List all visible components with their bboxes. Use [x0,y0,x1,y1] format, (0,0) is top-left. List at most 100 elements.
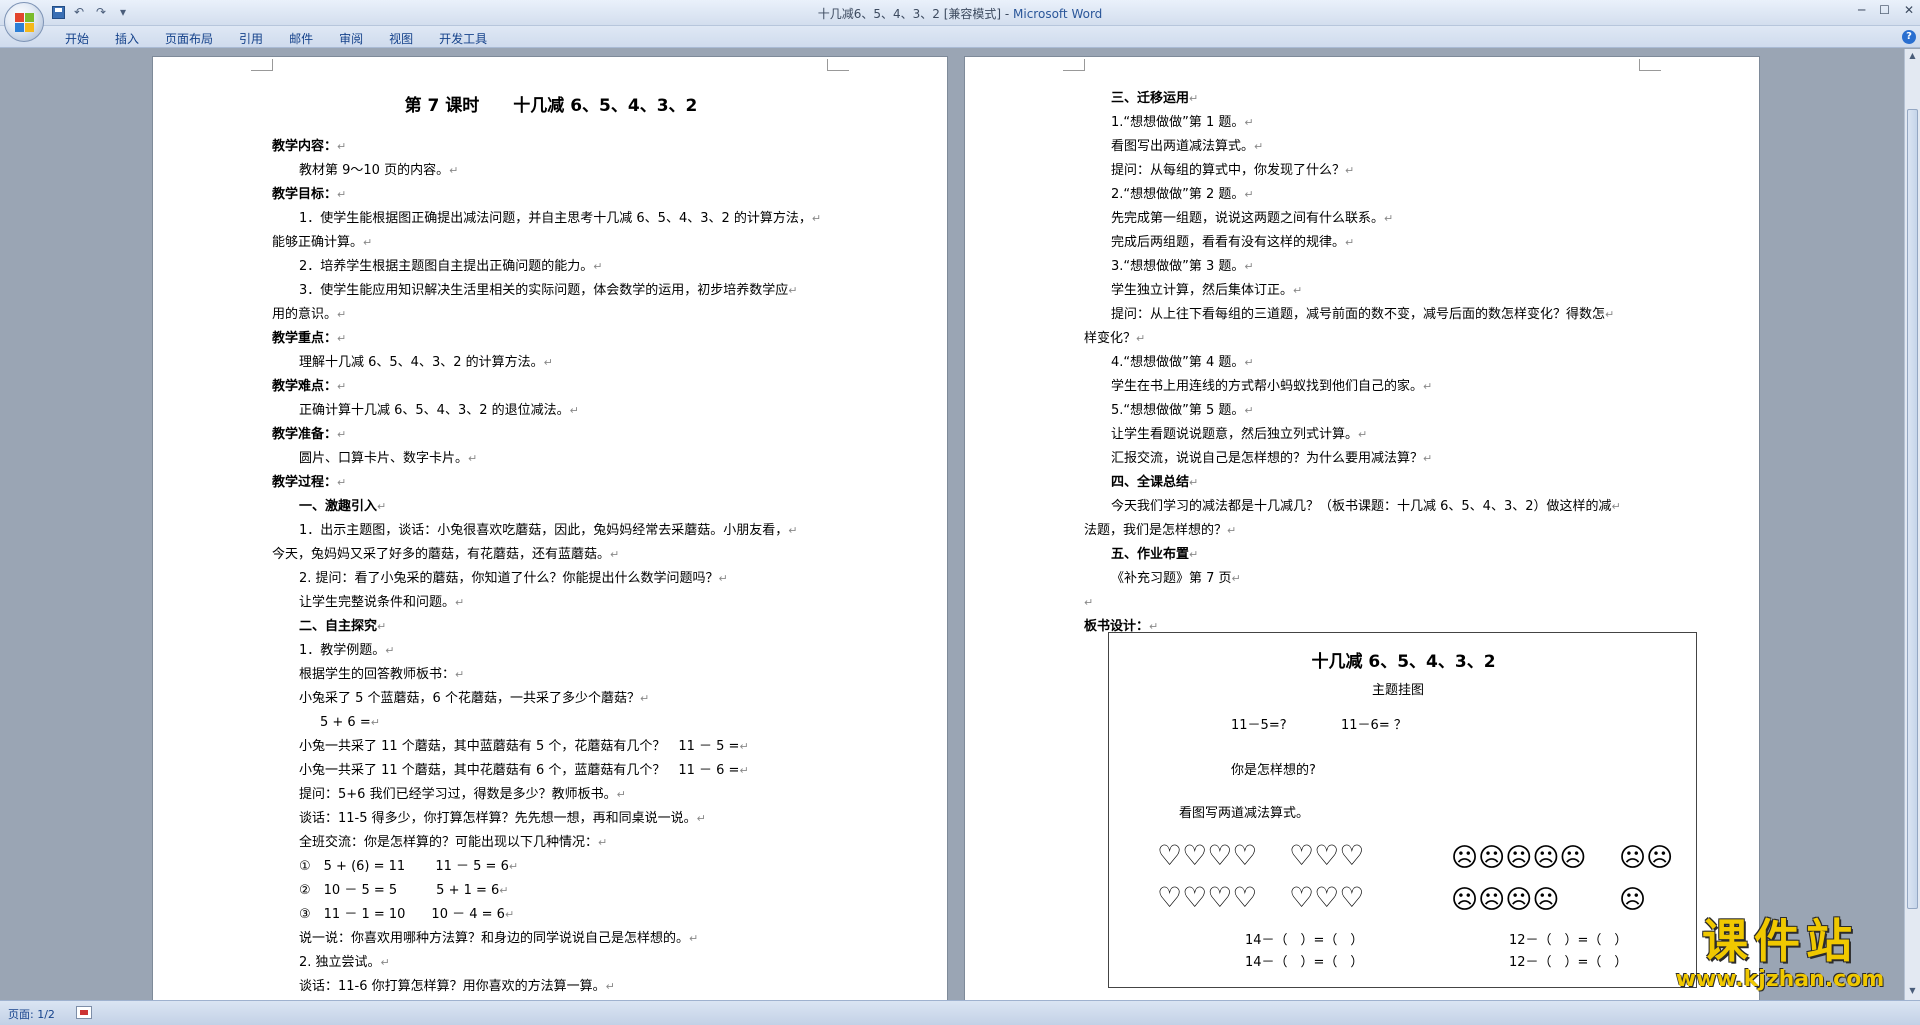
board-question: 你是怎样想的? [1231,763,1316,778]
line-text: 5 + 6 = [320,715,371,730]
paragraph-mark-icon: ↵ [569,404,579,417]
line-text: 小兔一共采了 11 个蘑菇，其中蓝蘑菇有 5 个，花蘑菇有几个？ 11 － 5 … [299,739,740,754]
watermark-url: www.kjzhan.com [1675,967,1885,992]
text-line: 3．使学生能应用知识解决生活里相关的实际问题，体会数学的运用，初步培养数学应↵ [272,279,832,303]
line-text: 说一说：你喜欢用哪种方法算？和身边的同学说说自己是怎样想的。 [299,931,690,946]
paragraph-mark-icon: ↵ [468,452,478,465]
board-design-box: 十几减 6、5、4、3、2 主题挂图 11－5=? 11－6= ？ 你是怎样想的… [1108,632,1697,988]
scroll-up-icon[interactable]: ▲ [1907,51,1918,63]
paragraph-mark-icon: ↵ [696,812,706,825]
paragraph-mark-icon: ↵ [811,212,822,225]
line-text: 二、自主探究 [299,619,378,634]
paragraph-mark-icon: ↵ [1423,452,1433,465]
paragraph-mark-icon: ↵ [385,644,395,657]
text-line: 完成后两组题，看看有没有这样的规律。↵ [1084,231,1644,255]
text-line: 2. 独立尝试。↵ [272,951,832,975]
text-line: 教学准备：↵ [272,423,832,447]
text-line: 提问：从上往下看每组的三道题，减号前面的数不变，减号后面的数怎样变化？得数怎↵ [1084,303,1644,327]
lesson-title: 第 7 课时 十几减 6、5、4、3、2 [404,96,698,116]
text-line: 2.“想想做做”第 2 题。↵ [1084,183,1644,207]
vertical-scrollbar[interactable]: ▲ ▼ [1904,49,1920,1000]
line-text: 圆片、口算卡片、数字卡片。 [299,451,469,466]
line-text: 教学准备： [272,427,338,442]
tab-6[interactable]: 视图 [376,28,426,49]
tab-3[interactable]: 引用 [226,28,276,49]
line-text: 用的意识。 [272,307,338,322]
minimize-icon[interactable]: ─ [1858,3,1865,17]
paragraph-mark-icon: ↵ [1244,116,1254,129]
tab-0[interactable]: 开始 [52,28,102,49]
paragraph-mark-icon: ↵ [543,356,553,369]
scroll-thumb[interactable] [1907,109,1918,909]
paragraph-mark-icon: ↵ [739,764,749,777]
office-button[interactable] [4,2,44,42]
help-icon[interactable]: ? [1902,30,1916,44]
line-text: ③ 11 － 1 = 10 10 － 4 = 6 [299,907,505,922]
tab-2[interactable]: 页面布局 [152,28,226,49]
text-line: 教学重点：↵ [272,327,832,351]
tab-1[interactable]: 插入 [102,28,152,49]
paragraph-mark-icon: ↵ [1189,92,1199,105]
text-line: 1．使学生能根据图正确提出减法问题，并自主思考十几减 6、5、4、3、2 的计算… [272,207,832,231]
paragraph-mark-icon: ↵ [1244,404,1254,417]
paragraph-mark-icon: ↵ [363,236,373,249]
paragraph-mark-icon: ↵ [1384,212,1394,225]
scroll-down-icon[interactable]: ▼ [1907,986,1918,998]
line-text: ① 5 + (6) = 11 11 － 5 = 6 [299,859,509,874]
paragraph-mark-icon: ↵ [598,836,608,849]
paragraph-mark-icon: ↵ [499,884,509,897]
line-text: 3.“想想做做”第 3 题。 [1111,259,1245,274]
text-line: 提问：5+6 我们已经学习过，得数是多少？教师板书。↵ [272,783,832,807]
paragraph-mark-icon: ↵ [1189,548,1199,561]
line-text: 先完成第一组题，说说这两题之间有什么联系。 [1111,211,1385,226]
paragraph-mark-icon: ↵ [337,188,347,201]
paragraph-mark-icon: ↵ [616,788,626,801]
text-line: 五、作业布置↵ [1084,543,1644,567]
line-text: 教学过程： [272,475,338,490]
line-text: 教学重点： [272,331,338,346]
line-text: 2. 独立尝试。 [299,955,381,970]
text-line: 提问：从每组的算式中，你发现了什么？↵ [1084,159,1644,183]
text-line: 一、激趣引入↵ [272,495,832,519]
crop-mark-icon [1063,59,1085,71]
line-text: 理解十几减 6、5、4、3、2 的计算方法。 [299,355,544,370]
line-text: 教材第 9～10 页的内容。 [299,163,450,178]
line-text: 谈话：11-5 得多少，你打算怎样算？先先想一想，再和同桌说一说。 [299,811,697,826]
title-bar: ↶ ↷ ▾ 十几减6、5、4、3、2 [兼容模式] - Microsoft Wo… [0,0,1920,26]
tab-5[interactable]: 审阅 [326,28,376,49]
line-text: 1．出示主题图，谈话：小兔很喜欢吃蘑菇，因此，兔妈妈经常去采蘑菇。小朋友看， [299,523,789,538]
paragraph-mark-icon: ↵ [1244,260,1254,273]
page-2-body: 三、迁移运用↵ 1.“想想做做”第 1 题。↵ 看图写出两道减法算式。↵ 提问：从每组… [1084,87,1644,639]
page-1[interactable]: 第 7 课时 十几减 6、5、4、3、2 教学内容：↵ 教材第 9～10 页的内容… [152,56,948,1000]
sad-faces-group: ☹☹ [1619,843,1674,873]
paragraph-mark-icon: ↵ [504,908,515,921]
paragraph-mark-icon: ↵ [337,308,347,321]
crop-mark-icon [1639,59,1661,71]
page-2[interactable]: 三、迁移运用↵ 1.“想想做做”第 1 题。↵ 看图写出两道减法算式。↵ 提问：从每组… [964,56,1760,1000]
page-indicator[interactable]: 页面: 1/2 [8,1006,55,1022]
line-text: 提问：从上往下看每组的三道题，减号前面的数不变，减号后面的数怎样变化？得数怎 [1111,307,1606,322]
text-line: 全班交流：你是怎样算的？可能出现以下几种情况：↵ [272,831,832,855]
text-line: ② 10 － 5 = 5 5 + 1 = 6↵ [272,879,832,903]
paragraph-mark-icon: ↵ [718,572,728,585]
line-text: 小兔一共采了 11 个蘑菇，其中花蘑菇有 6 个，蓝蘑菇有几个？ 11 － 6 … [299,763,740,778]
line-text: 5.“想想做做”第 5 题。 [1111,403,1245,418]
paragraph-mark-icon: ↵ [1345,164,1355,177]
line-text: 提问：5+6 我们已经学习过，得数是多少？教师板书。 [299,787,617,802]
hearts-group: ♡♡♡♡ [1157,881,1258,914]
paragraph-mark-icon: ↵ [377,620,387,633]
tab-7[interactable]: 开发工具 [426,28,500,49]
maximize-icon[interactable]: ☐ [1879,3,1890,17]
watermark-logo: 课件站 www.kjzhan.com [1660,915,1900,1005]
proofing-icon[interactable] [76,1006,92,1019]
close-icon[interactable]: ✕ [1904,3,1914,17]
window-title: 十几减6、5、4、3、2 [兼容模式] - Microsoft Word [0,5,1920,22]
line-text: 五、作业布置 [1111,547,1190,562]
paragraph-mark-icon: ↵ [455,596,465,609]
tab-4[interactable]: 邮件 [276,28,326,49]
text-line: 教学内容：↵ [272,135,832,159]
text-line: 学生在书上用连线的方式帮小蚂蚁找到他们自己的家。↵ [1084,375,1644,399]
text-line: 1．教学例题。↵ [272,639,832,663]
line-text: 教学目标： [272,187,338,202]
line-text: 正确计算十几减 6、5、4、3、2 的退位减法。 [299,403,570,418]
